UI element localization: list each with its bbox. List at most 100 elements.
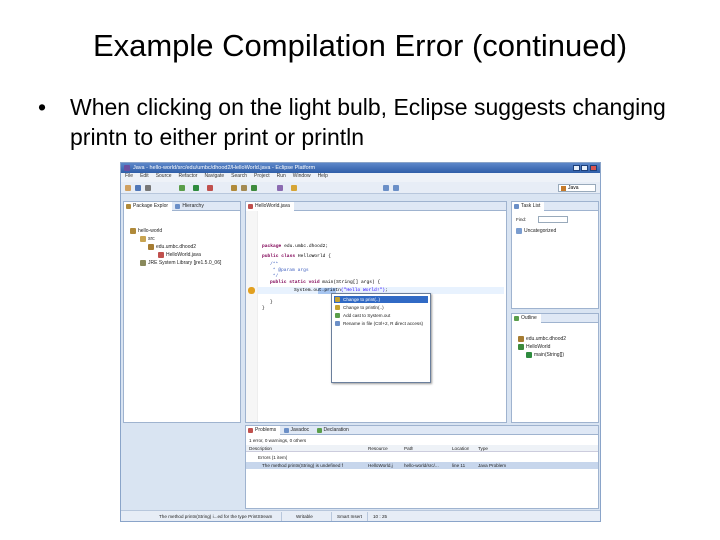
tree-label: edu.umbc.dhood2 [156, 244, 197, 250]
problems-header: Description Resource Path Location Type [246, 445, 598, 452]
category-icon [516, 228, 522, 234]
source-folder-icon [140, 236, 146, 242]
error-resource: HelloWorld.j [368, 463, 393, 468]
window-titlebar: Java - hello-world/src/edu/umbc/dhood2/H… [121, 163, 600, 173]
menu-edit[interactable]: Edit [140, 173, 149, 179]
col-resource[interactable]: Resource [368, 445, 388, 452]
code-token: } [262, 306, 265, 311]
back-icon[interactable] [383, 185, 389, 191]
task-category[interactable]: Uncategorized [516, 228, 556, 234]
search-icon[interactable] [291, 185, 297, 191]
menu-navigate[interactable]: Navigate [204, 173, 224, 179]
task-list-tabbar: Task List [512, 202, 598, 211]
outline-tabbar: Outline [512, 314, 598, 323]
tab-task-list[interactable]: Task List [512, 202, 545, 211]
minimize-button[interactable] [573, 165, 580, 171]
outline-icon [514, 316, 519, 321]
new-package-icon[interactable] [241, 185, 247, 191]
code-line: public class HelloWorld { [262, 254, 331, 260]
menubar: File Edit Source Refactor Navigate Search Proj… [121, 173, 600, 182]
tab-hierarchy[interactable]: Hierarchy [173, 202, 207, 211]
lightbulb-error-icon[interactable] [248, 287, 255, 294]
tab-package-explorer[interactable]: Package Explor [124, 202, 173, 211]
tab-label: Task List [521, 203, 541, 209]
outline-package[interactable]: edu.umbc.dhood2 [518, 336, 566, 342]
tree-item-project[interactable]: hello-world [130, 228, 162, 234]
tree-item-src[interactable]: src [140, 236, 155, 242]
menu-help[interactable]: Help [318, 173, 328, 179]
col-type[interactable]: Type [478, 445, 488, 452]
col-description[interactable]: Description [249, 445, 272, 452]
menu-refactor[interactable]: Refactor [179, 173, 198, 179]
outline-label: HelloWorld [526, 344, 551, 350]
menu-window[interactable]: Window [293, 173, 311, 179]
run-icon[interactable] [193, 185, 199, 191]
tab-problems[interactable]: Problems [246, 426, 281, 435]
package-icon [148, 244, 154, 250]
debug-icon[interactable] [179, 185, 185, 191]
menu-run[interactable]: Run [277, 173, 286, 179]
tree-label: HelloWorld.java [166, 252, 201, 258]
perspective-switcher[interactable]: Java [558, 184, 596, 192]
quickfix-change-to-println[interactable]: Change to println(..) [334, 304, 384, 311]
tree-label: src [148, 236, 155, 242]
main-toolbar: Java [121, 182, 600, 194]
quickfix-add-cast[interactable]: Add cast to System.out [334, 312, 390, 319]
print-icon[interactable] [145, 185, 151, 191]
outline-class[interactable]: HelloWorld [518, 344, 550, 350]
problems-tabbar: Problems Javadoc Declaration [246, 426, 598, 435]
code-token: package [262, 244, 282, 249]
tab-helloworld-java[interactable]: HelloWorld.java [246, 202, 294, 211]
status-divider [331, 512, 332, 521]
quickfix-label: Rename in file (Ctrl+2, R direct access) [343, 321, 424, 326]
code-token: out [313, 288, 322, 293]
status-divider [367, 512, 368, 521]
col-path[interactable]: Path [404, 445, 413, 452]
new-class-icon[interactable] [251, 185, 257, 191]
maximize-button[interactable] [581, 165, 588, 171]
java-file-icon [158, 252, 164, 258]
tab-outline[interactable]: Outline [512, 314, 541, 323]
tab-label: Outline [521, 315, 537, 321]
status-cursor-position: 10 : 25 [373, 514, 388, 519]
code-token: public class [262, 254, 296, 259]
menu-source[interactable]: Source [156, 173, 172, 179]
close-button[interactable] [590, 165, 597, 171]
forward-icon[interactable] [393, 185, 399, 191]
status-divider [281, 512, 282, 521]
menu-file[interactable]: File [125, 173, 133, 179]
find-input[interactable] [538, 216, 568, 223]
code-token: /** [270, 262, 279, 267]
tab-declaration[interactable]: Declaration [315, 426, 353, 435]
declaration-icon [316, 428, 322, 433]
hierarchy-icon [175, 204, 181, 209]
new-icon[interactable] [125, 185, 131, 191]
tree-item-file[interactable]: HelloWorld.java [158, 252, 201, 258]
tree-item-package[interactable]: edu.umbc.dhood2 [148, 244, 196, 250]
tree-label: JRE System Library [jre1.5.0_06] [148, 260, 222, 266]
col-location[interactable]: Location [452, 445, 469, 452]
menu-project[interactable]: Project [254, 173, 270, 179]
task-category-label: Uncategorized [524, 228, 557, 234]
tab-label: HelloWorld.java [255, 203, 290, 209]
problems-group-row[interactable]: Errors (1 item) [246, 454, 598, 461]
error-location: line 11 [452, 463, 466, 468]
error-type: Java Problem [478, 463, 507, 468]
problems-panel: Problems Javadoc Declaration 1 error, 0 … [245, 425, 599, 509]
save-icon[interactable] [135, 185, 141, 191]
problems-error-row[interactable]: The method printn(String) is undefined f… [246, 462, 598, 469]
external-tools-icon[interactable] [207, 185, 213, 191]
error-description: The method printn(String) is undefined f [262, 463, 343, 468]
tree-item-jre[interactable]: JRE System Library [jre1.5.0_06] [140, 260, 221, 266]
code-line: package edu.umbc.dhood2; [262, 244, 328, 250]
tab-javadoc[interactable]: Javadoc [282, 426, 314, 435]
editor-gutter [246, 211, 258, 422]
quickfix-change-to-print[interactable]: Change to print(..) [334, 296, 428, 303]
new-java-project-icon[interactable] [231, 185, 237, 191]
menu-search[interactable]: Search [231, 173, 247, 179]
quickfix-rename-in-file[interactable]: Rename in file (Ctrl+2, R direct access) [334, 320, 423, 327]
outline-method[interactable]: main(String[]) [526, 352, 564, 358]
java-perspective-icon [561, 186, 566, 191]
project-icon [130, 228, 136, 234]
open-type-icon[interactable] [277, 185, 283, 191]
